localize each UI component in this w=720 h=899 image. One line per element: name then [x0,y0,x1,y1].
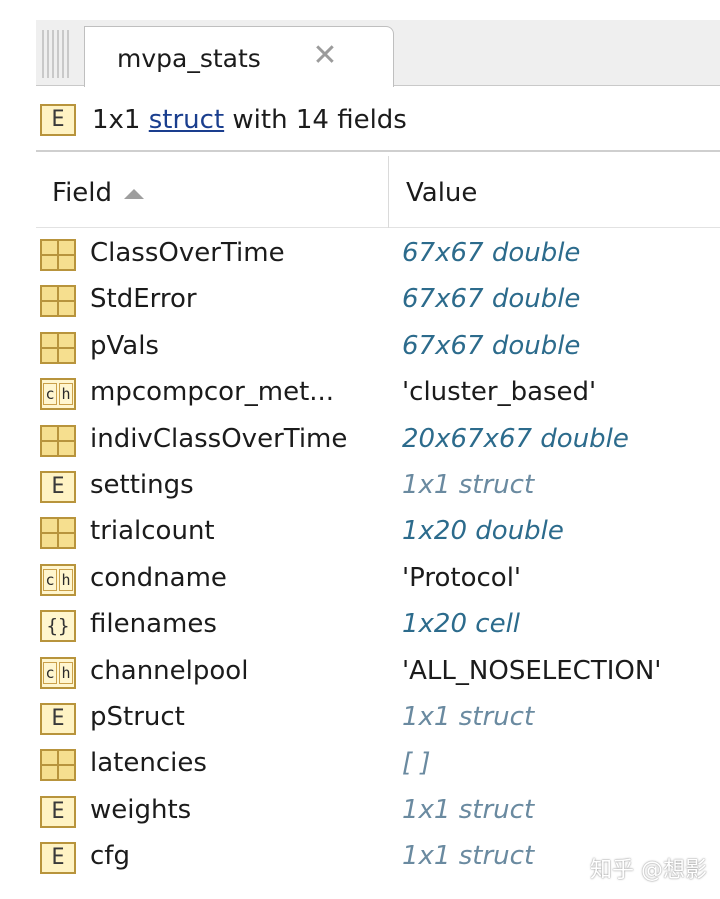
table-row[interactable]: trialcount 1x20 double [36,510,720,556]
field-value[interactable]: 1x1 struct [402,795,534,825]
field-value[interactable]: 1x1 struct [402,702,534,732]
column-header-field-label: Field [52,178,113,208]
tab-mvpa-stats[interactable]: mvpa_stats ✕ [84,26,394,87]
field-value[interactable]: 'Protocol' [402,563,521,593]
field-value[interactable]: 1x20 cell [402,609,520,639]
field-name[interactable]: pVals [90,331,159,361]
field-name[interactable]: trialcount [90,516,215,546]
field-value[interactable]: 1x20 double [402,516,564,546]
char-icon: ch [40,656,76,689]
column-header: Field Value [36,156,720,228]
field-name[interactable]: cfg [90,841,130,871]
cell-icon: {} [40,610,76,643]
column-header-value[interactable]: Value [406,178,477,208]
description-suffix: with 14 fields [224,105,407,135]
variable-description: E 1x1 struct with 14 fields [40,100,407,140]
field-value[interactable]: 67x67 double [402,331,580,361]
struct-icon: E [40,470,76,503]
field-value[interactable]: 20x67x67 double [402,424,629,454]
field-name[interactable]: settings [90,470,194,500]
field-name[interactable]: StdError [90,284,197,314]
struct-icon: E [40,842,76,875]
table-row[interactable]: ClassOverTime 67x67 double [36,232,720,278]
table-row[interactable]: {} filenames 1x20 cell [36,603,720,649]
struct-icon: E [40,795,76,828]
close-icon[interactable]: ✕ [309,40,341,72]
matrix-icon [40,749,76,782]
description-text: 1x1 struct with 14 fields [92,105,407,135]
matrix-icon [40,285,76,318]
table-row[interactable]: latencies [ ] [36,742,720,788]
field-name[interactable]: mpcompcor_met... [90,377,334,407]
table-row[interactable]: StdError 67x67 double [36,278,720,324]
field-name[interactable]: channelpool [90,656,248,686]
field-name[interactable]: pStruct [90,702,185,732]
char-icon: ch [40,378,76,411]
matrix-icon [40,239,76,271]
table-row[interactable]: c h mpcompcor_met... 'cluster_based' [36,371,720,417]
field-name[interactable]: condname [90,563,227,593]
field-name[interactable]: indivClassOverTime [90,424,347,454]
field-table: ClassOverTime 67x67 double StdError 67x67 d… [36,232,720,881]
field-value[interactable]: 'cluster_based' [402,377,596,407]
tab-title: mvpa_stats [117,44,261,73]
table-row[interactable]: Esettings 1x1 struct [36,464,720,510]
tab-strip-grip[interactable] [42,30,72,78]
matrix-icon [40,517,76,550]
struct-icon: E [40,104,76,136]
sort-ascending-icon [124,188,145,199]
field-value[interactable]: 'ALL_NOSELECTION' [402,656,661,686]
field-value[interactable]: 1x1 struct [402,470,534,500]
description-prefix: 1x1 [92,105,149,135]
field-value[interactable]: [ ] [402,748,431,778]
column-header-field[interactable]: Field [52,178,145,208]
field-name[interactable]: latencies [90,748,207,778]
struct-link[interactable]: struct [149,105,224,135]
column-separator[interactable] [388,156,389,228]
field-value[interactable]: 67x67 double [402,238,580,268]
watermark: 知乎 @想影 [590,858,707,883]
field-value[interactable]: 67x67 double [402,284,580,314]
field-name[interactable]: weights [90,795,191,825]
table-row[interactable]: EpStruct 1x1 struct [36,696,720,742]
table-row[interactable]: Eweights 1x1 struct [36,789,720,835]
table-row[interactable]: indivClassOverTime 20x67x67 double [36,418,720,464]
divider [36,150,720,152]
struct-icon: E [40,702,76,735]
tab-strip: mvpa_stats ✕ [36,20,720,87]
matrix-icon [40,424,76,457]
field-name[interactable]: ClassOverTime [90,238,285,268]
table-row[interactable]: pVals 67x67 double [36,325,720,371]
field-name[interactable]: filenames [90,609,217,639]
char-icon: ch [40,563,76,596]
matrix-icon [40,331,76,364]
table-row[interactable]: c h channelpool 'ALL_NOSELECTION' [36,650,720,696]
field-value[interactable]: 1x1 struct [402,841,534,871]
table-row[interactable]: c h condname 'Protocol' [36,557,720,603]
